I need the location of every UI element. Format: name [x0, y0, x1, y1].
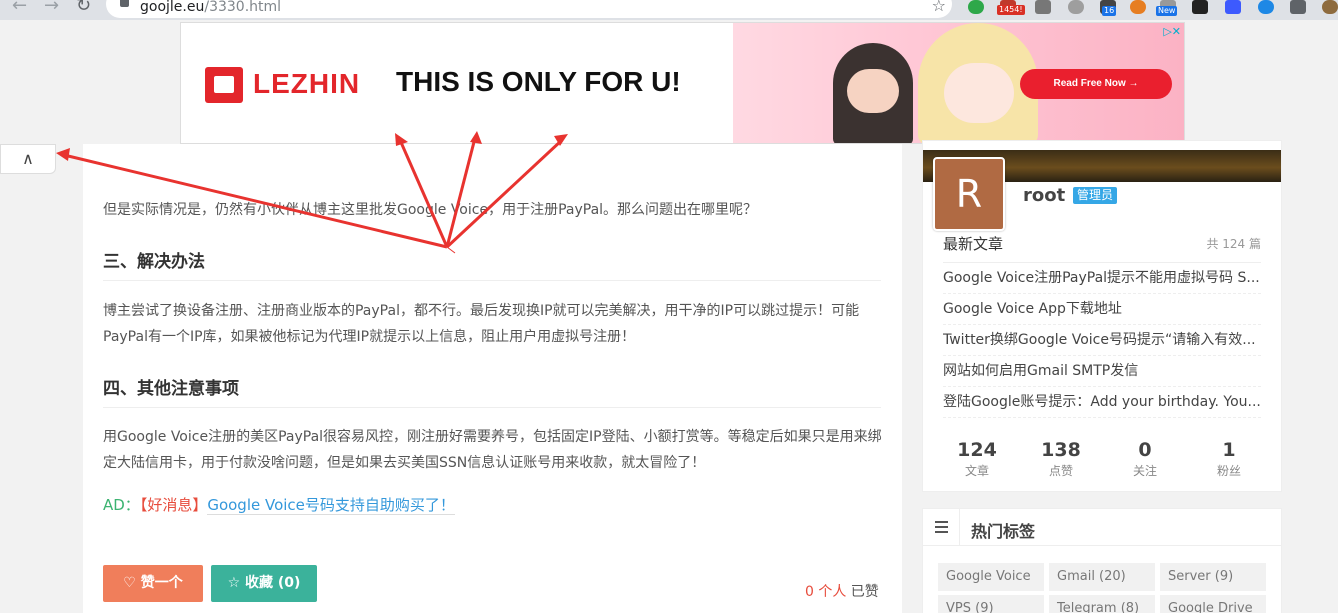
url-text[interactable]: goojle.eu/3330.html: [140, 0, 281, 15]
like-count-suffix: 已赞: [846, 584, 879, 600]
extension-blue-icon[interactable]: [1225, 0, 1241, 14]
bookmark-star-icon[interactable]: ☆: [932, 0, 946, 15]
article-paragraph: 但是实际情况是，仍然有小伙伴从博主这里批发Google Voice，用于注册Pa…: [103, 202, 758, 218]
avatar[interactable]: R: [933, 157, 1005, 231]
author-name[interactable]: root: [1023, 185, 1065, 206]
browser-toolbar: ← → ↻ goojle.eu/3330.html ☆ 1454! 16 New: [0, 0, 1338, 20]
stat-followers[interactable]: 1 粉丝: [1187, 439, 1271, 479]
profile-avatar-icon[interactable]: [1322, 0, 1338, 14]
ad-brand: LEZHIN: [253, 68, 361, 99]
stat-number: 0: [1138, 439, 1152, 461]
author-card: R root 管理员 最新文章 共 124 篇 Google Voice注册Pa…: [922, 140, 1282, 492]
favorite-button[interactable]: ☆ 收藏 (0): [211, 565, 317, 602]
tag-item[interactable]: Google Voice: [938, 563, 1044, 591]
lock-icon: [120, 0, 129, 7]
hot-tags-widget: 热门标签 Google Voice Gmail (20) Server (9) …: [922, 508, 1282, 613]
stat-likes[interactable]: 138 点赞: [1019, 439, 1103, 479]
forward-arrow-icon[interactable]: →: [44, 0, 59, 16]
tag-item[interactable]: VPS (9): [938, 595, 1044, 613]
like-count-number: 0 个人: [805, 584, 847, 600]
tag-item[interactable]: Telegram (8): [1049, 595, 1155, 613]
stat-number: 1: [1222, 439, 1236, 461]
collapse-chevron-up-icon[interactable]: ∧: [0, 144, 56, 174]
extension-badge-16: 16: [1102, 6, 1117, 16]
extension-circle-icon[interactable]: [1068, 0, 1084, 14]
section-heading-solution: 三、解决办法: [103, 247, 881, 281]
list-item[interactable]: Google Voice App下载地址: [943, 294, 1261, 325]
url-path: /3330.html: [204, 0, 282, 15]
extension-shield-icon[interactable]: [1258, 0, 1274, 14]
list-item[interactable]: 网站如何启用Gmail SMTP发信: [943, 356, 1261, 387]
extension-green-icon[interactable]: [968, 0, 984, 14]
ad-illustration: Read Free Now →: [733, 23, 1184, 143]
stat-number: 124: [957, 439, 997, 461]
ad-slogan: THIS IS ONLY FOR U!: [396, 66, 681, 97]
tag-item[interactable]: Gmail (20): [1049, 563, 1155, 591]
extension-badge: 1454!: [997, 5, 1025, 15]
extension-badge-new: New: [1156, 6, 1178, 16]
stat-following[interactable]: 0 关注: [1103, 439, 1187, 479]
article-content: 但是实际情况是，仍然有小伙伴从博主这里批发Google Voice，用于注册Pa…: [83, 144, 902, 613]
ad-label: AD：: [103, 496, 140, 514]
read-free-now-button[interactable]: Read Free Now →: [1020, 69, 1172, 99]
address-bar[interactable]: goojle.eu/3330.html ☆: [106, 0, 952, 18]
role-badge: 管理员: [1073, 187, 1118, 204]
latest-posts-title: 最新文章: [943, 235, 1004, 253]
list-item[interactable]: 登陆Google账号提示：Add your birthday. You...: [943, 387, 1261, 418]
section-heading-notes: 四、其他注意事项: [103, 374, 881, 408]
tag-item[interactable]: Google Drive: [1160, 595, 1266, 613]
ad-hot-label: 【好消息】: [139, 496, 208, 514]
list-item[interactable]: Twitter换绑Google Voice号码提示“请输入有效...: [943, 325, 1261, 356]
tag-item[interactable]: Server (9): [1160, 563, 1266, 591]
ad-link[interactable]: Google Voice号码支持自助购买了！: [207, 496, 455, 515]
menu-icon: [935, 521, 948, 533]
ad-banner[interactable]: LEZHIN THIS IS ONLY FOR U! Read Free Now…: [180, 22, 1185, 144]
ad-text-line: AD：【好消息】Google Voice号码支持自助购买了！: [103, 494, 455, 515]
url-domain: goojle.eu: [140, 0, 205, 15]
ad-character-boy: [833, 43, 913, 143]
stat-number: 138: [1041, 439, 1081, 461]
hot-tags-title: 热门标签: [971, 522, 1036, 541]
stat-label: 粉丝: [1216, 464, 1241, 478]
extensions-puzzle-icon[interactable]: [1290, 0, 1306, 14]
stat-label: 文章: [964, 464, 989, 478]
like-button[interactable]: ♡ 赞一个: [103, 565, 203, 602]
adchoices-icon[interactable]: ▷✕: [1151, 25, 1181, 39]
extension-glasses-icon[interactable]: [1192, 0, 1208, 14]
lezhin-logo-icon: [205, 67, 243, 103]
author-stats: 124 文章 138 点赞 0 关注 1 粉丝: [935, 439, 1271, 479]
latest-posts-list: Google Voice注册PayPal提示不能用虚拟号码 S... Googl…: [943, 262, 1261, 418]
web-page: LEZHIN THIS IS ONLY FOR U! Read Free Now…: [0, 20, 1338, 613]
list-item[interactable]: Google Voice注册PayPal提示不能用虚拟号码 S...: [943, 263, 1261, 294]
article-paragraph: 博主尝试了换设备注册、注册商业版本的PayPal，都不行。最后发现换IP就可以完…: [103, 303, 860, 345]
article-paragraph: 用Google Voice注册的美区PayPal很容易风控，刚注册好需要养号，包…: [103, 429, 882, 471]
divider: [959, 509, 960, 546]
stat-posts[interactable]: 124 文章: [935, 439, 1019, 479]
back-arrow-icon[interactable]: ←: [12, 0, 27, 16]
like-count: 0 个人 已赞: [805, 581, 879, 601]
latest-posts-count: 共 124 篇: [1206, 237, 1261, 251]
extension-cookie-icon[interactable]: [1130, 0, 1146, 14]
stat-label: 点赞: [1048, 464, 1073, 478]
hot-tags-header: 热门标签: [923, 509, 1281, 546]
stat-label: 关注: [1132, 464, 1157, 478]
reload-icon[interactable]: ↻: [76, 0, 91, 16]
extension-grey-icon[interactable]: [1035, 0, 1051, 14]
